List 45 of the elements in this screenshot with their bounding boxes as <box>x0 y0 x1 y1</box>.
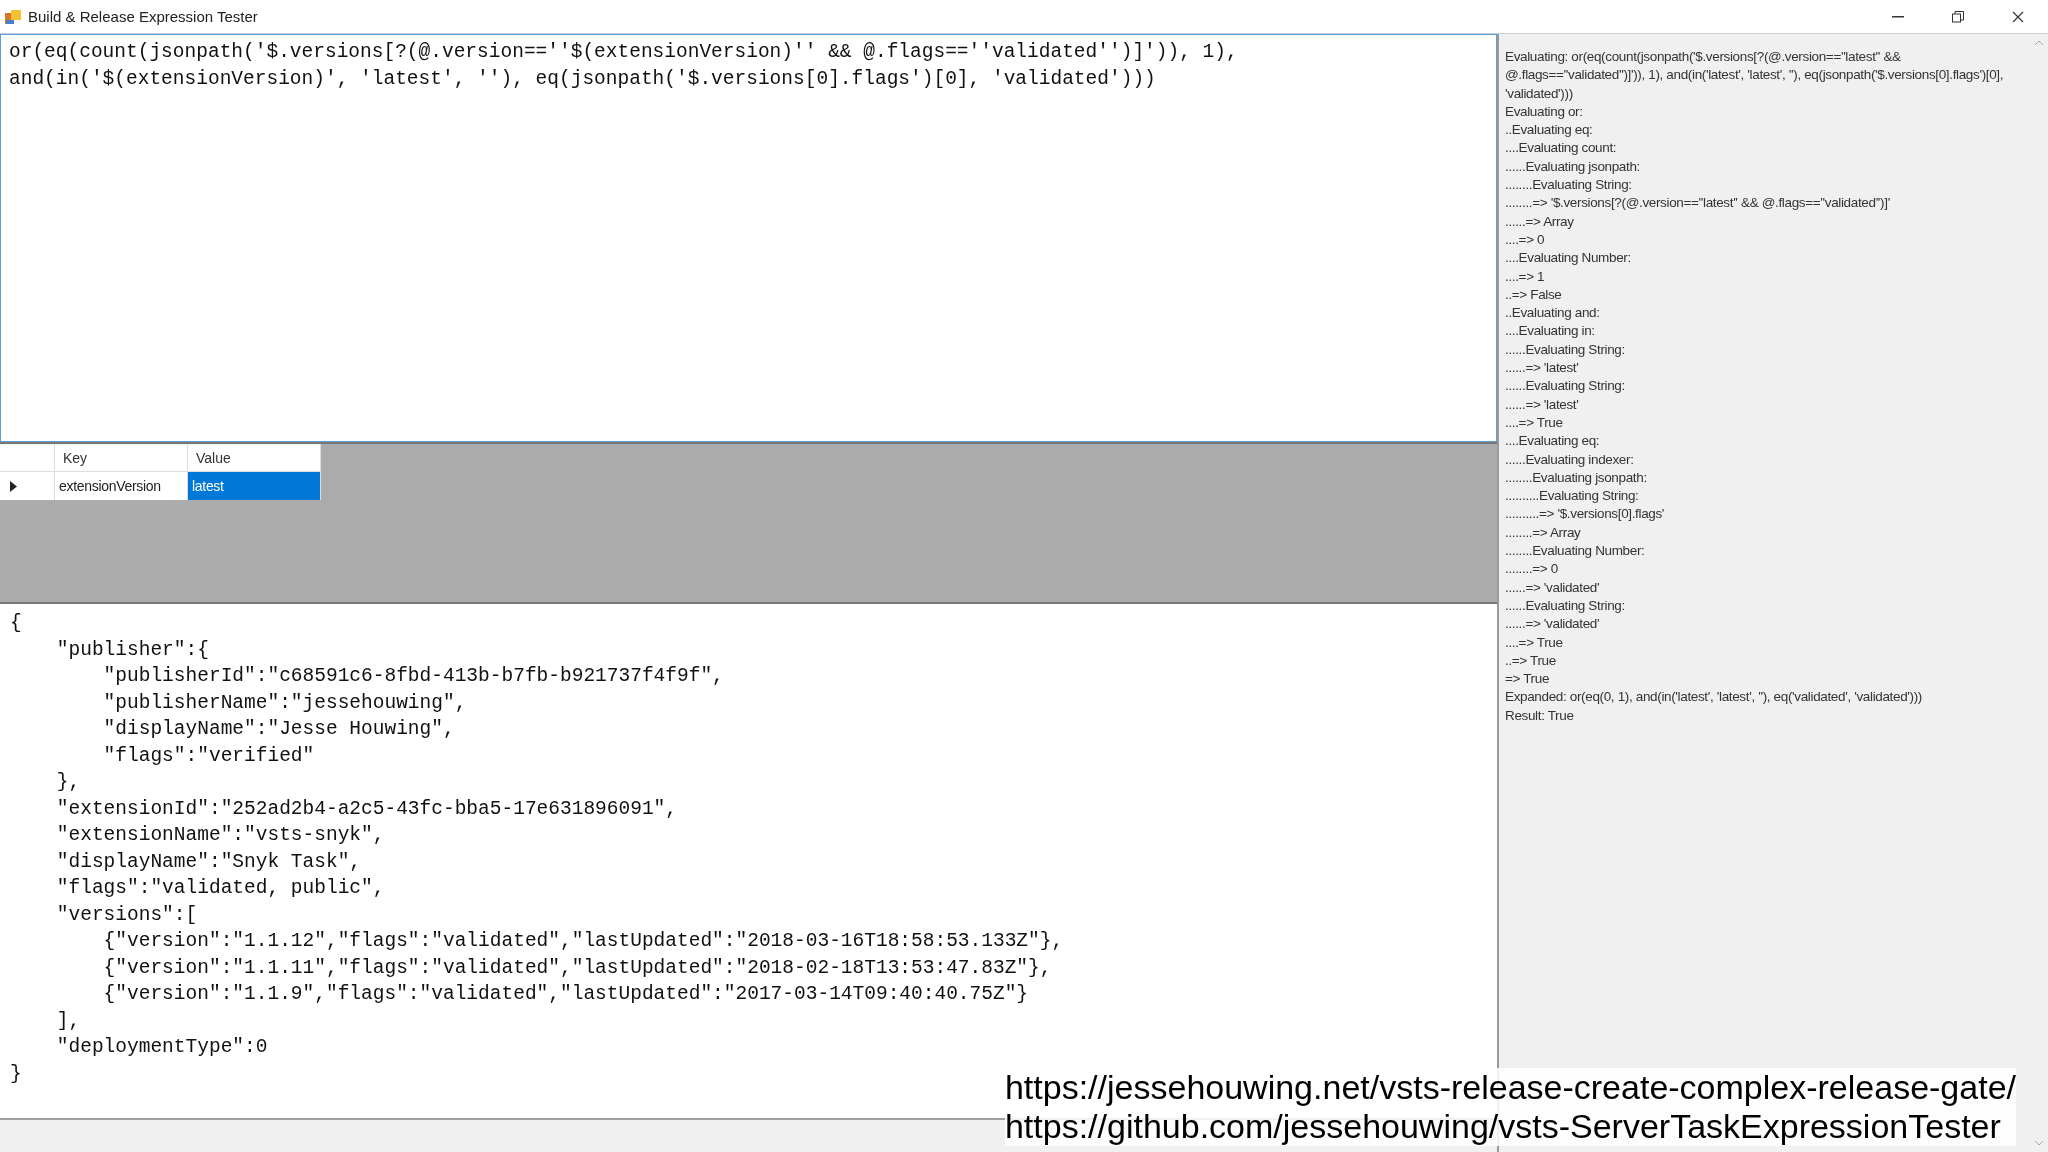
scroll-up-icon <box>2034 40 2044 46</box>
log-line: ........=> 0 <box>1505 560 1559 579</box>
expression-field[interactable]: or(eq(count(jsonpath('$.versions[?(@.version==''$(extensionVersion)'' && @.flags==''validated'')]')), 1), and(in('$(extensionVersion)', 'latest', ''), eq(jsonpath('$.versions[0].flags')[0], 'validated'))) <box>0 34 1497 442</box>
log-line: ......Evaluating indexer: <box>1505 450 1635 469</box>
log-line: => True <box>1505 670 1551 689</box>
log-line: ........Evaluating Number: <box>1505 542 1646 560</box>
log-line: ......=> 'validated' <box>1505 578 1601 597</box>
log-line: ..=> True <box>1505 651 1557 670</box>
log-line: ..Evaluating eq: <box>1505 121 1594 140</box>
log-line: ..........=> '$.versions[0].flags' <box>1505 505 1666 524</box>
log-line: Result: True <box>1505 706 1575 725</box>
log-line: ........=> '$.versions[?(@.version==''latest'' && @.flags==''validated'')]' <box>1505 194 1891 213</box>
value-cell[interactable]: latest <box>188 472 321 500</box>
log-line: ....Evaluating Number: <box>1505 249 1632 268</box>
log-line: ..Evaluating and: <box>1505 304 1601 323</box>
minimize-icon <box>1892 15 1904 18</box>
log-line: Expanded: or(eq(0, 1), and(in('latest', 'latest', ''), eq('validated', 'validated'))) <box>1505 688 1923 707</box>
log-line: ..=> False <box>1505 285 1563 304</box>
log-line: ....=> 1 <box>1505 267 1546 286</box>
log-line: ......=> 'latest' <box>1505 395 1580 414</box>
log-line: ....Evaluating count: <box>1505 139 1618 158</box>
log-line: ........Evaluating jsonpath: <box>1505 468 1648 487</box>
log-line: ......=> 'latest' <box>1505 359 1580 378</box>
log-line: ....Evaluating eq: <box>1505 432 1601 451</box>
scroll-down-icon <box>2034 1140 2044 1146</box>
log-line: ......Evaluating String: <box>1505 377 1626 396</box>
log-line: ..........Evaluating String: <box>1505 487 1640 506</box>
log-line: ......=> 'validated' <box>1505 615 1601 634</box>
log-line: ........=> Array <box>1505 523 1582 542</box>
corner-cell <box>0 444 55 472</box>
log-line: Evaluating or: <box>1505 102 1584 121</box>
log-line: ......Evaluating String: <box>1505 340 1626 359</box>
app-icon <box>4 7 22 26</box>
log-line: ....=> True <box>1505 633 1564 652</box>
restore-icon <box>1952 10 1964 23</box>
log-line: Evaluating: or(eq(count(jsonpath('$.versions[?(@.version==''latest'' && @.flags==''validated'')]')), 1), and(in('latest', 'latest', ''), eq(jsonpath('$.versions[0].flags')[0], 'validated'))) <box>1505 48 2005 103</box>
log-line: ......=> Array <box>1505 212 1575 231</box>
log-line: ......Evaluating String: <box>1505 596 1626 615</box>
close-icon <box>2012 10 2024 23</box>
log-line: ....=> True <box>1505 413 1564 432</box>
log-line: ....Evaluating in: <box>1505 322 1596 341</box>
log-line: ......Evaluating jsonpath: <box>1505 157 1641 176</box>
log-line: ....=> 0 <box>1505 230 1546 249</box>
window-title: Build & Release Expression Tester <box>28 8 259 25</box>
log-line: ........Evaluating String: <box>1505 176 1633 195</box>
